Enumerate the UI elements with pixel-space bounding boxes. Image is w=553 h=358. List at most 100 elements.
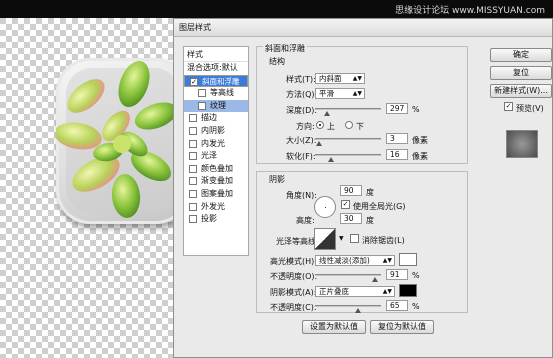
- size-label: 大小(Z):: [286, 136, 317, 145]
- select-arrow-icon: ▲▼: [352, 90, 362, 97]
- styles-header[interactable]: 样式: [184, 47, 248, 62]
- angle-input[interactable]: 90: [340, 185, 362, 196]
- select-arrow-icon: ▲▼: [382, 257, 392, 264]
- shadow-opacity-input[interactable]: 65: [386, 300, 408, 311]
- depth-label: 深度(D):: [286, 106, 318, 115]
- style-item[interactable]: 图案叠加: [184, 188, 248, 201]
- preview-label: 预览(V): [516, 104, 544, 113]
- contour-arrow-icon[interactable]: ▼: [339, 235, 344, 242]
- shadow-color-swatch[interactable]: [399, 284, 417, 297]
- style-label: 样式(T):: [286, 75, 316, 84]
- bevel-style-select[interactable]: 内斜面 ▲▼: [315, 73, 365, 84]
- style-item[interactable]: 投影: [184, 213, 248, 226]
- highlight-mode-label: 高光模式(H):: [270, 257, 317, 266]
- ok-button[interactable]: 确定: [490, 48, 552, 62]
- style-item[interactable]: 内阴影: [184, 125, 248, 138]
- style-item-label: 内阴影: [201, 125, 225, 135]
- gloss-contour-picker[interactable]: [314, 228, 336, 250]
- style-checkbox[interactable]: [198, 89, 206, 98]
- style-item-label: 纹理: [210, 100, 226, 110]
- shadow-mode-label: 阴影模式(A):: [270, 288, 317, 297]
- altitude-input[interactable]: 30: [340, 213, 362, 224]
- depth-unit: %: [412, 105, 420, 114]
- style-checkbox[interactable]: [189, 177, 197, 186]
- style-checkbox[interactable]: [189, 164, 197, 173]
- new-style-button[interactable]: 新建样式(W)...: [490, 84, 552, 98]
- style-item[interactable]: 内发光: [184, 138, 248, 151]
- succulent-illustration: [56, 60, 176, 218]
- style-item-label: 斜面和浮雕: [202, 76, 240, 86]
- angle-dial[interactable]: [314, 196, 336, 218]
- style-checkbox[interactable]: [189, 139, 197, 148]
- depth-input[interactable]: 297: [386, 103, 408, 114]
- style-item-label: 内发光: [201, 138, 225, 148]
- depth-slider-thumb[interactable]: [324, 111, 330, 116]
- style-item[interactable]: ✓ 斜面和浮雕: [184, 74, 248, 88]
- reset-button[interactable]: 复位: [490, 66, 552, 80]
- top-banner: 思缘设计论坛 www.MISSYUAN.com: [0, 0, 553, 18]
- shadow-mode-select[interactable]: 正片叠底 ▲▼: [315, 286, 395, 297]
- preview-checkbox[interactable]: ✓: [504, 102, 513, 111]
- style-checkbox[interactable]: [189, 114, 197, 123]
- style-item[interactable]: 等高线: [184, 87, 248, 100]
- style-item-label: 外发光: [201, 201, 225, 211]
- reset-default-button[interactable]: 复位为默认值: [370, 320, 434, 334]
- direction-label: 方向:: [296, 122, 315, 131]
- style-item[interactable]: 光泽: [184, 150, 248, 163]
- soften-input[interactable]: 16: [386, 149, 408, 160]
- select-arrow-icon: ▲▼: [382, 288, 392, 295]
- size-slider-thumb[interactable]: [316, 141, 322, 146]
- style-checkbox[interactable]: [189, 126, 197, 135]
- soften-slider[interactable]: [315, 154, 381, 162]
- style-item-label: 投影: [201, 214, 217, 224]
- style-item-label: 等高线: [210, 88, 234, 98]
- highlight-color-swatch[interactable]: [399, 253, 417, 266]
- technique-label: 方法(Q):: [286, 90, 318, 99]
- anti-alias-checkbox[interactable]: [350, 234, 359, 243]
- highlight-mode-select[interactable]: 线性减淡(添加) ▲▼: [315, 255, 395, 266]
- shadow-opacity-label: 不透明度(C):: [270, 303, 317, 312]
- highlight-opacity-input[interactable]: 91: [386, 269, 408, 280]
- style-checkbox[interactable]: [189, 152, 197, 161]
- style-checkbox[interactable]: [189, 189, 197, 198]
- technique-select[interactable]: 平滑 ▲▼: [315, 88, 365, 99]
- bevel-title: 斜面和浮雕: [263, 43, 307, 54]
- dialog-title: 图层样式: [174, 19, 552, 37]
- style-checkbox[interactable]: [189, 215, 197, 224]
- style-item[interactable]: 描边: [184, 112, 248, 125]
- soften-unit: 像素: [412, 152, 428, 161]
- style-item-label: 描边: [201, 113, 217, 123]
- style-checkbox[interactable]: ✓: [190, 77, 198, 86]
- size-slider[interactable]: [315, 138, 381, 146]
- set-default-button[interactable]: 设置为默认值: [302, 320, 366, 334]
- style-item[interactable]: 渐变叠加: [184, 175, 248, 188]
- style-item[interactable]: 纹理: [184, 99, 248, 113]
- blend-options-item[interactable]: 混合选项:默认: [184, 62, 248, 75]
- highlight-opacity-unit: %: [412, 271, 420, 280]
- highlight-opacity-thumb[interactable]: [372, 277, 378, 282]
- style-checkbox[interactable]: [189, 202, 197, 211]
- style-preview-swatch: [506, 130, 538, 158]
- style-checkbox[interactable]: [198, 101, 206, 110]
- layer-style-dialog: 图层样式 样式 混合选项:默认 ✓ 斜面和浮雕等高线纹理描边内阴影内发光光泽颜色叠…: [173, 18, 553, 358]
- angle-label: 角度(N):: [286, 191, 317, 200]
- gloss-contour-label: 光泽等高线:: [276, 237, 319, 246]
- global-light-label: 使用全局光(G): [353, 202, 406, 211]
- shadow-opacity-thumb[interactable]: [355, 308, 361, 313]
- soften-slider-thumb[interactable]: [328, 157, 334, 162]
- style-item-label: 光泽: [201, 151, 217, 161]
- highlight-opacity-slider[interactable]: [315, 274, 381, 282]
- soften-label: 软化(F):: [286, 152, 316, 161]
- direction-up-radio[interactable]: [316, 121, 324, 129]
- direction-down-radio[interactable]: [345, 121, 353, 129]
- style-item[interactable]: 颜色叠加: [184, 163, 248, 176]
- style-item[interactable]: 外发光: [184, 201, 248, 214]
- altitude-label: 高度:: [296, 216, 315, 225]
- watermark-text: 思缘设计论坛 www.MISSYUAN.com: [395, 6, 545, 16]
- shadow-opacity-slider[interactable]: [315, 305, 381, 313]
- global-light-checkbox[interactable]: ✓: [341, 200, 350, 209]
- size-unit: 像素: [412, 136, 428, 145]
- size-input[interactable]: 3: [386, 133, 408, 144]
- select-arrow-icon: ▲▼: [352, 75, 362, 82]
- depth-slider[interactable]: [315, 108, 381, 116]
